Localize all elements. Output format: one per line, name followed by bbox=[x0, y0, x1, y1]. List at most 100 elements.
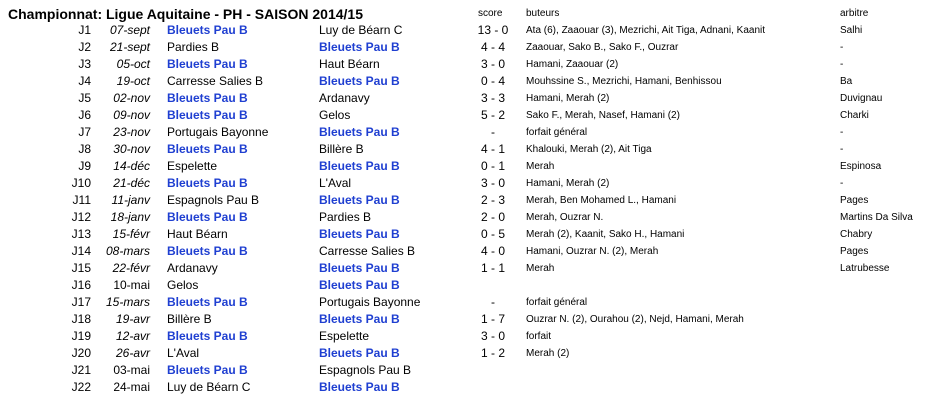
away-team: Ardanavy bbox=[319, 91, 370, 105]
round-label: J5 bbox=[78, 91, 91, 105]
home-team: Bleuets Pau B bbox=[167, 142, 248, 156]
match-scorers: Merah, Ben Mohamed L., Hamani bbox=[526, 195, 677, 206]
header-score: score bbox=[478, 8, 503, 19]
match-referee: Ba bbox=[840, 76, 853, 87]
match-scorers: Merah (2) bbox=[526, 348, 570, 359]
away-team: Espelette bbox=[319, 329, 370, 343]
home-team: Pardies B bbox=[167, 40, 220, 54]
home-team: Luy de Béarn C bbox=[167, 380, 251, 394]
round-label: J14 bbox=[71, 244, 91, 258]
match-row: J5 02-nov Bleuets Pau B Ardanavy 3 - 3 H… bbox=[0, 90, 929, 107]
away-team: Luy de Béarn C bbox=[319, 23, 403, 37]
match-score: 0 - 4 bbox=[480, 74, 505, 88]
match-score: 1 - 2 bbox=[480, 346, 505, 360]
round-label: J2 bbox=[78, 40, 91, 54]
away-team: Bleuets Pau B bbox=[319, 312, 400, 326]
home-team: Bleuets Pau B bbox=[167, 210, 248, 224]
home-team: Bleuets Pau B bbox=[167, 329, 248, 343]
round-label: J16 bbox=[71, 278, 91, 292]
round-label: J6 bbox=[78, 108, 91, 122]
match-row: J20 26-avr L'Aval Bleuets Pau B 1 - 2 Me… bbox=[0, 345, 929, 362]
match-score: 3 - 0 bbox=[480, 329, 505, 343]
home-team: Bleuets Pau B bbox=[167, 244, 248, 258]
match-date: 22-févr bbox=[112, 261, 150, 275]
match-scorers: Hamani, Ouzrar N. (2), Merah bbox=[526, 246, 659, 257]
match-score: 4 - 4 bbox=[480, 40, 505, 54]
home-team: Bleuets Pau B bbox=[167, 363, 248, 377]
home-team: Carresse Salies B bbox=[167, 74, 264, 88]
header-arbitre: arbitre bbox=[840, 8, 869, 19]
round-label: J20 bbox=[71, 346, 91, 360]
match-row: J16 10-mai Gelos Bleuets Pau B bbox=[0, 277, 929, 294]
match-date: 15-févr bbox=[112, 227, 150, 241]
match-row: J14 08-mars Bleuets Pau B Carresse Salie… bbox=[0, 243, 929, 260]
match-row: J22 24-mai Luy de Béarn C Bleuets Pau B bbox=[0, 379, 929, 396]
away-team: Gelos bbox=[319, 108, 351, 122]
match-referee: Martins Da Silva bbox=[840, 212, 913, 223]
round-label: J15 bbox=[71, 261, 91, 275]
match-score: 4 - 1 bbox=[480, 142, 505, 156]
round-label: J1 bbox=[78, 23, 91, 37]
away-team: Bleuets Pau B bbox=[319, 227, 400, 241]
round-label: J9 bbox=[78, 159, 91, 173]
home-team: L'Aval bbox=[167, 346, 200, 360]
match-date: 19-oct bbox=[116, 74, 150, 88]
round-label: J22 bbox=[71, 380, 91, 394]
match-scorers: Hamani, Merah (2) bbox=[526, 93, 610, 104]
match-score: 5 - 2 bbox=[480, 108, 505, 122]
away-team: Bleuets Pau B bbox=[319, 193, 400, 207]
match-scorers: Sako F., Merah, Nasef, Hamani (2) bbox=[526, 110, 680, 121]
match-scorers: forfait général bbox=[526, 297, 588, 308]
match-score: 3 - 0 bbox=[480, 176, 505, 190]
round-label: J17 bbox=[71, 295, 91, 309]
match-referee: Pages bbox=[840, 246, 869, 257]
away-team: Bleuets Pau B bbox=[319, 159, 400, 173]
match-score: - bbox=[491, 295, 495, 309]
match-score: 3 - 3 bbox=[480, 91, 505, 105]
match-score: 1 - 1 bbox=[480, 261, 505, 275]
match-referee: - bbox=[840, 127, 844, 138]
match-referee: Charki bbox=[840, 110, 869, 121]
match-referee: - bbox=[840, 144, 844, 155]
round-label: J12 bbox=[71, 210, 91, 224]
round-label: J13 bbox=[71, 227, 91, 241]
home-team: Bleuets Pau B bbox=[167, 295, 248, 309]
match-row: J6 09-nov Bleuets Pau B Gelos 5 - 2 Sako… bbox=[0, 107, 929, 124]
match-date: 07-sept bbox=[109, 23, 150, 37]
round-label: J10 bbox=[71, 176, 91, 190]
home-team: Bleuets Pau B bbox=[167, 91, 248, 105]
match-score: 2 - 3 bbox=[480, 193, 505, 207]
match-row: J21 03-mai Bleuets Pau B Espagnols Pau B bbox=[0, 362, 929, 379]
match-date: 23-nov bbox=[113, 125, 150, 139]
round-label: J18 bbox=[71, 312, 91, 326]
away-team: Pardies B bbox=[319, 210, 372, 224]
match-score: - bbox=[491, 125, 495, 139]
match-score: 13 - 0 bbox=[477, 23, 509, 37]
match-date: 09-nov bbox=[113, 108, 150, 122]
away-team: Billère B bbox=[319, 142, 364, 156]
match-score: 0 - 5 bbox=[480, 227, 505, 241]
home-team: Bleuets Pau B bbox=[167, 23, 248, 37]
match-date: 24-mai bbox=[113, 380, 150, 394]
home-team: Portugais Bayonne bbox=[167, 125, 269, 139]
round-label: J4 bbox=[78, 74, 91, 88]
match-referee: - bbox=[840, 42, 844, 53]
match-scorers: Khalouki, Merah (2), Ait Tiga bbox=[526, 144, 652, 155]
match-score: 1 - 7 bbox=[480, 312, 505, 326]
home-team: Ardanavy bbox=[167, 261, 218, 275]
round-label: J19 bbox=[71, 329, 91, 343]
round-label: J8 bbox=[78, 142, 91, 156]
home-team: Espelette bbox=[167, 159, 218, 173]
header-buteurs: buteurs bbox=[526, 8, 560, 19]
match-scorers: Merah, Ouzrar N. bbox=[526, 212, 604, 223]
match-date: 15-mars bbox=[105, 295, 150, 309]
match-date: 11-janv bbox=[111, 193, 150, 207]
match-row: J1 07-sept Bleuets Pau B Luy de Béarn C … bbox=[0, 22, 929, 39]
match-row: J4 19-oct Carresse Salies B Bleuets Pau … bbox=[0, 73, 929, 90]
away-team: L'Aval bbox=[319, 176, 352, 190]
match-referee: Duvignau bbox=[840, 93, 883, 104]
match-date: 21-sept bbox=[109, 40, 150, 54]
match-scorers: forfait bbox=[526, 331, 552, 342]
match-row: J9 14-déc Espelette Bleuets Pau B 0 - 1 … bbox=[0, 158, 929, 175]
match-row: J13 15-févr Haut Béarn Bleuets Pau B 0 -… bbox=[0, 226, 929, 243]
